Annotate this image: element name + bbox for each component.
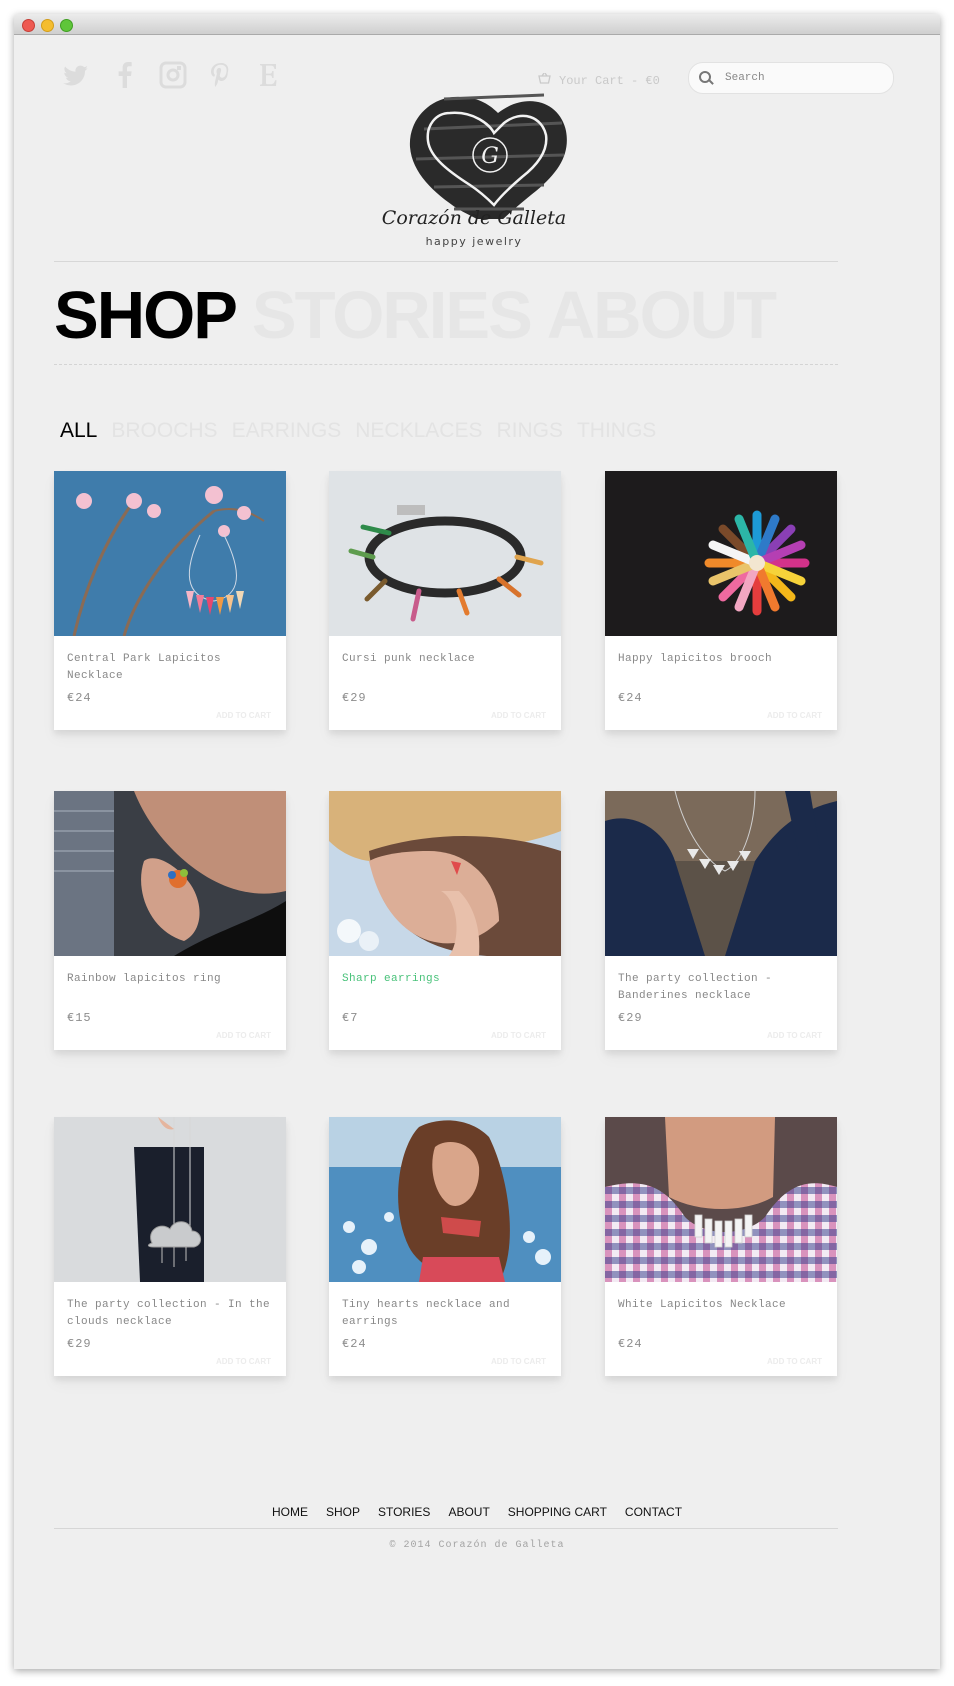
add-to-cart-button[interactable]: ADD TO CART: [491, 1031, 546, 1040]
product-card[interactable]: Rainbow lapicitos ring €15 ADD TO CART: [54, 791, 286, 1050]
add-to-cart-button[interactable]: ADD TO CART: [216, 1031, 271, 1040]
nav-divider: [54, 364, 838, 365]
filter-necklaces[interactable]: NECKLACES: [355, 419, 482, 443]
filter-earrings[interactable]: EARRINGS: [232, 419, 342, 443]
nav-stories[interactable]: STORIES: [252, 278, 533, 354]
copyright: © 2014 Corazón de Galleta: [389, 1540, 565, 1551]
pinterest-icon[interactable]: [206, 61, 236, 91]
filter-rings[interactable]: RINGS: [496, 419, 563, 443]
product-image[interactable]: [605, 471, 837, 636]
header-divider: [54, 261, 838, 262]
add-to-cart-button[interactable]: ADD TO CART: [216, 711, 271, 720]
instagram-icon[interactable]: [158, 61, 188, 91]
search-icon[interactable]: [699, 71, 713, 85]
product-title[interactable]: White Lapicitos Necklace: [618, 1297, 823, 1314]
product-card[interactable]: Sharp earrings €7 ADD TO CART: [329, 791, 561, 1050]
search-input[interactable]: [723, 71, 887, 85]
product-image[interactable]: [329, 471, 561, 636]
product-price: €29: [618, 1011, 643, 1025]
social-links: [62, 61, 284, 91]
brand-tagline: happy jewelry: [425, 235, 523, 248]
product-card[interactable]: Central Park Lapicitos Necklace €24 ADD …: [54, 471, 286, 730]
product-card[interactable]: White Lapicitos Necklace €24 ADD TO CART: [605, 1117, 837, 1376]
product-card[interactable]: Cursi punk necklace €29 ADD TO CART: [329, 471, 561, 730]
footer-link-contact[interactable]: CONTACT: [625, 1505, 682, 1519]
product-image[interactable]: [54, 791, 286, 956]
filter-things[interactable]: THINGS: [577, 419, 656, 443]
add-to-cart-button[interactable]: ADD TO CART: [767, 1357, 822, 1366]
product-card[interactable]: The party collection - Banderines neckla…: [605, 791, 837, 1050]
product-image[interactable]: [329, 791, 561, 956]
twitter-icon[interactable]: [62, 61, 92, 91]
footer-link-shop[interactable]: SHOP: [326, 1505, 360, 1519]
search-box: [688, 62, 894, 94]
product-title[interactable]: Tiny hearts necklace and earrings: [342, 1297, 547, 1331]
product-title[interactable]: Central Park Lapicitos Necklace: [67, 651, 272, 685]
product-card[interactable]: The party collection - In the clouds nec…: [54, 1117, 286, 1376]
product-price: €24: [67, 691, 92, 705]
product-title[interactable]: Sharp earrings: [342, 971, 547, 988]
product-price: €29: [67, 1337, 92, 1351]
product-title[interactable]: Rainbow lapicitos ring: [67, 971, 272, 988]
logo-monogram: G: [481, 144, 499, 169]
add-to-cart-button[interactable]: ADD TO CART: [491, 711, 546, 720]
nav-about[interactable]: ABOUT: [547, 278, 777, 354]
footer-divider: [54, 1528, 838, 1529]
product-title[interactable]: Happy lapicitos brooch: [618, 651, 823, 668]
footer-link-about[interactable]: ABOUT: [448, 1505, 489, 1519]
add-to-cart-button[interactable]: ADD TO CART: [491, 1357, 546, 1366]
product-price: €29: [342, 691, 367, 705]
add-to-cart-button[interactable]: ADD TO CART: [767, 1031, 822, 1040]
product-price: €24: [342, 1337, 367, 1351]
brand-name: Corazón de Galleta: [381, 207, 567, 229]
product-image[interactable]: [605, 1117, 837, 1282]
product-title[interactable]: The party collection - Banderines neckla…: [618, 971, 823, 1005]
add-to-cart-button[interactable]: ADD TO CART: [216, 1357, 271, 1366]
product-card[interactable]: Happy lapicitos brooch €24 ADD TO CART: [605, 471, 837, 730]
product-price: €24: [618, 691, 643, 705]
close-window-button[interactable]: [22, 19, 35, 32]
footer-link-stories[interactable]: STORIES: [378, 1505, 430, 1519]
page: Your Cart - €0 G Corazón de Galleta happ…: [14, 35, 940, 1669]
add-to-cart-button[interactable]: ADD TO CART: [767, 711, 822, 720]
product-image[interactable]: [329, 1117, 561, 1282]
product-price: €15: [67, 1011, 92, 1025]
facebook-icon[interactable]: [110, 61, 140, 91]
product-image[interactable]: [605, 791, 837, 956]
footer-link-home[interactable]: HOME: [272, 1505, 308, 1519]
category-filters: ALL BROOCHS EARRINGS NECKLACES RINGS THI…: [60, 419, 656, 443]
filter-all[interactable]: ALL: [60, 419, 97, 443]
footer-nav: HOME SHOP STORIES ABOUT SHOPPING CART CO…: [14, 1505, 940, 1519]
product-price: €24: [618, 1337, 643, 1351]
product-image[interactable]: [54, 1117, 286, 1282]
footer-link-shopping-cart[interactable]: SHOPPING CART: [508, 1505, 607, 1519]
main-nav: SHOP STORIES ABOUT: [54, 278, 777, 354]
window-titlebar: [14, 14, 940, 35]
zoom-window-button[interactable]: [60, 19, 73, 32]
nav-shop[interactable]: SHOP: [54, 278, 238, 354]
browser-window: Your Cart - €0 G Corazón de Galleta happ…: [14, 14, 940, 1669]
filter-brooches[interactable]: BROOCHS: [111, 419, 217, 443]
product-price: €7: [342, 1011, 359, 1025]
product-title[interactable]: The party collection - In the clouds nec…: [67, 1297, 272, 1331]
etsy-icon[interactable]: [254, 61, 284, 91]
product-title[interactable]: Cursi punk necklace: [342, 651, 547, 668]
product-image[interactable]: [54, 471, 286, 636]
minimize-window-button[interactable]: [41, 19, 54, 32]
product-card[interactable]: Tiny hearts necklace and earrings €24 AD…: [329, 1117, 561, 1376]
